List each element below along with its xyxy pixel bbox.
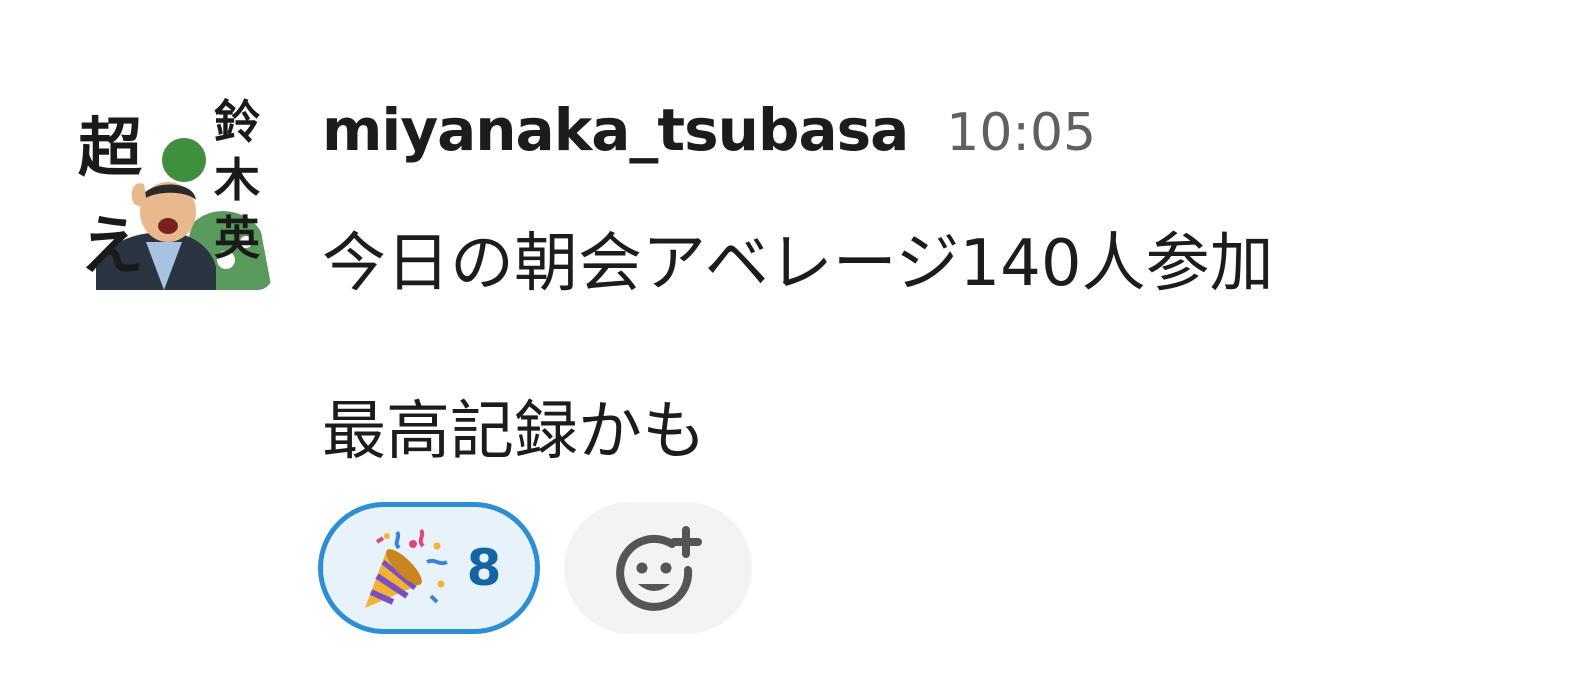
avatar-text-right-3: 英 <box>214 211 261 265</box>
reaction-count: 8 <box>466 539 502 597</box>
avatar-text-left-2: え <box>80 210 144 284</box>
message-text-line: 最高記録かも <box>322 395 706 469</box>
reaction-party-popper[interactable]: 8 <box>318 502 540 634</box>
avatar-text-left-1: 超 <box>78 112 143 186</box>
message-text-line: 今日の朝会アベレージ140人参加 <box>322 227 1274 301</box>
username[interactable]: miyanaka_tsubasa <box>322 96 909 164</box>
avatar-image: 超 え 鈴 木 英 <box>76 92 272 290</box>
avatar-text-right-2: 木 <box>214 153 260 207</box>
avatar-text-right-1: 鈴 <box>214 95 260 149</box>
message: 超 え 鈴 木 英 miyanaka_tsubasa 10:05 今日の朝会アベ… <box>0 0 1590 680</box>
message-header: miyanaka_tsubasa 10:05 <box>322 96 1096 176</box>
party-popper-icon <box>364 528 448 608</box>
timestamp[interactable]: 10:05 <box>946 103 1096 163</box>
reactions-bar: 8 <box>318 502 752 634</box>
avatar[interactable]: 超 え 鈴 木 英 <box>76 92 272 290</box>
add-reaction-button[interactable] <box>564 502 752 634</box>
add-emoji-icon <box>616 526 702 611</box>
